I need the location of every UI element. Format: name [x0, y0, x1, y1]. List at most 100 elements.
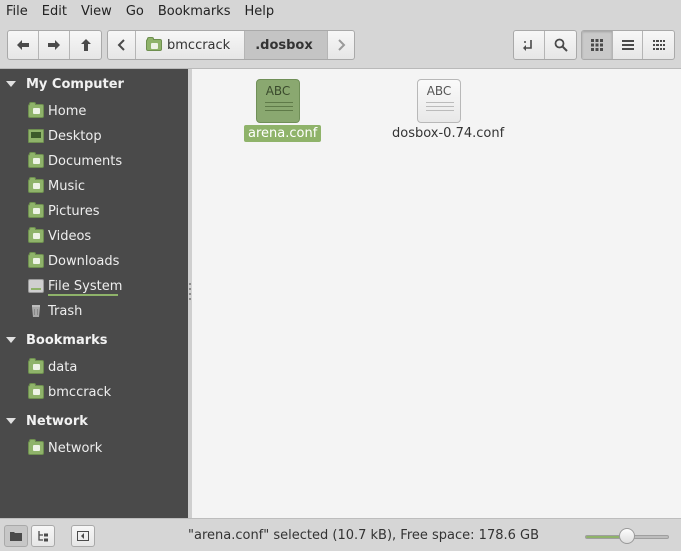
sidebar-item-documents[interactable]: Documents: [28, 150, 122, 172]
sidebar-item-label: File System: [48, 278, 123, 294]
path-scroll-right-button[interactable]: [328, 31, 354, 59]
sidebar-item-desktop[interactable]: Desktop: [28, 125, 102, 147]
places-icon: [10, 532, 22, 541]
downloads-folder-icon: [28, 252, 44, 268]
splitter-grip: [189, 288, 191, 290]
sidebar-item-trash[interactable]: Trash: [28, 300, 82, 322]
sidebar-item-pictures[interactable]: Pictures: [28, 200, 99, 222]
sidebar-item-label: Documents: [48, 153, 123, 169]
search-button[interactable]: [545, 31, 576, 59]
back-button[interactable]: [8, 31, 39, 59]
arrow-up-icon: [80, 39, 91, 51]
bookmark-folder-icon: [28, 383, 44, 399]
grid-icon: [590, 39, 603, 51]
sidebar-item-label: Trash: [48, 303, 83, 319]
status-text: "arena.conf" selected (10.7 kB), Free sp…: [188, 528, 540, 543]
up-button[interactable]: [70, 31, 101, 59]
chevron-left-icon: [117, 39, 125, 51]
bookmark-folder-icon: [28, 358, 44, 374]
file-view[interactable]: ABC arena.conf ABC dosbox-0.74.conf: [192, 69, 681, 518]
show-tree-button[interactable]: [31, 525, 55, 547]
arrow-right-icon: [48, 40, 60, 50]
show-places-button[interactable]: [4, 525, 28, 547]
path-scroll-left-button[interactable]: [108, 31, 136, 59]
disk-usage-bar: [48, 294, 118, 296]
sidebar: My Computer Home Desktop Documents Music…: [0, 69, 188, 518]
sidebar-section-title: My Computer: [26, 76, 124, 92]
list-icon: [621, 40, 634, 50]
sidebar-item-label: Pictures: [48, 203, 100, 219]
sidebar-section-my-computer[interactable]: My Computer: [0, 73, 124, 95]
icon-view-button[interactable]: [582, 31, 613, 59]
forward-button[interactable]: [39, 31, 70, 59]
sidebar-item-label: Downloads: [48, 253, 120, 269]
file-item-dosbox-conf[interactable]: ABC dosbox-0.74.conf: [390, 77, 504, 145]
sidebar-item-network[interactable]: Network: [28, 437, 102, 459]
music-folder-icon: [28, 177, 44, 193]
chevron-right-icon: [338, 39, 346, 51]
menu-help[interactable]: Help: [237, 0, 281, 24]
pictures-folder-icon: [28, 202, 44, 218]
file-icon-text: ABC: [426, 84, 452, 98]
toggle-location-button[interactable]: [514, 31, 545, 59]
path-crumb-parent-label: bmccrack: [167, 37, 231, 53]
sidebar-item-music[interactable]: Music: [28, 175, 85, 197]
toolbar: bmccrack .dosbox: [0, 24, 681, 69]
view-mode-group: [581, 30, 675, 60]
sidebar-section-network[interactable]: Network: [0, 410, 88, 432]
folder-icon: [146, 37, 162, 51]
sidebar-toggle-icon: [77, 531, 89, 541]
sidebar-item-home[interactable]: Home: [28, 100, 86, 122]
text-file-icon: ABC: [256, 79, 300, 123]
sidebar-item-videos[interactable]: Videos: [28, 225, 91, 247]
sidebar-item-label: Home: [48, 103, 87, 119]
expand-triangle-icon: [6, 81, 16, 87]
menubar: File Edit View Go Bookmarks Help: [0, 0, 681, 24]
location-toggle-icon: [523, 40, 532, 51]
sidebar-item-bookmark-data[interactable]: data: [28, 356, 77, 378]
sidebar-item-label: Network: [48, 440, 103, 456]
sidebar-section-bookmarks[interactable]: Bookmarks: [0, 329, 108, 351]
search-icon: [554, 38, 568, 52]
list-view-button[interactable]: [613, 31, 644, 59]
sidebar-section-title: Bookmarks: [26, 332, 108, 348]
menu-go[interactable]: Go: [119, 0, 151, 24]
action-button-group: [513, 30, 577, 60]
drive-icon: [28, 279, 44, 293]
sidebar-item-label: data: [48, 359, 78, 375]
file-name-label: arena.conf: [244, 125, 322, 142]
splitter-grip: [189, 283, 191, 285]
menu-file[interactable]: File: [0, 0, 35, 24]
trash-icon: [28, 304, 44, 318]
path-crumb-current[interactable]: .dosbox: [245, 31, 328, 59]
sidebar-item-label: Desktop: [48, 128, 102, 144]
documents-folder-icon: [28, 152, 44, 168]
file-item-arena-conf[interactable]: ABC arena.conf: [242, 77, 322, 145]
text-file-icon: ABC: [417, 79, 461, 123]
sidebar-item-bookmark-bmccrack[interactable]: bmccrack: [28, 381, 111, 403]
desktop-icon: [28, 129, 44, 143]
statusbar: "arena.conf" selected (10.7 kB), Free sp…: [0, 518, 681, 551]
tree-icon: [38, 531, 48, 542]
path-bar: bmccrack .dosbox: [107, 30, 355, 60]
sidebar-item-downloads[interactable]: Downloads: [28, 250, 119, 272]
menu-bookmarks[interactable]: Bookmarks: [151, 0, 238, 24]
zoom-slider-handle[interactable]: [619, 528, 635, 544]
expand-triangle-icon: [6, 337, 16, 343]
compact-icon: [652, 40, 665, 50]
path-crumb-parent[interactable]: bmccrack: [136, 31, 246, 59]
network-folder-icon: [28, 439, 44, 455]
home-folder-icon: [28, 102, 44, 118]
sidebar-item-label: Music: [48, 178, 85, 194]
nav-button-group: [7, 30, 102, 60]
file-icon-text: ABC: [265, 84, 291, 98]
hide-sidebar-button[interactable]: [71, 525, 95, 547]
menu-edit[interactable]: Edit: [35, 0, 74, 24]
menu-view[interactable]: View: [74, 0, 119, 24]
videos-folder-icon: [28, 227, 44, 243]
splitter-grip: [189, 298, 191, 300]
expand-triangle-icon: [6, 418, 16, 424]
sidebar-section-title: Network: [26, 413, 88, 429]
compact-view-button[interactable]: [643, 31, 674, 59]
file-name-label: dosbox-0.74.conf: [392, 126, 505, 141]
